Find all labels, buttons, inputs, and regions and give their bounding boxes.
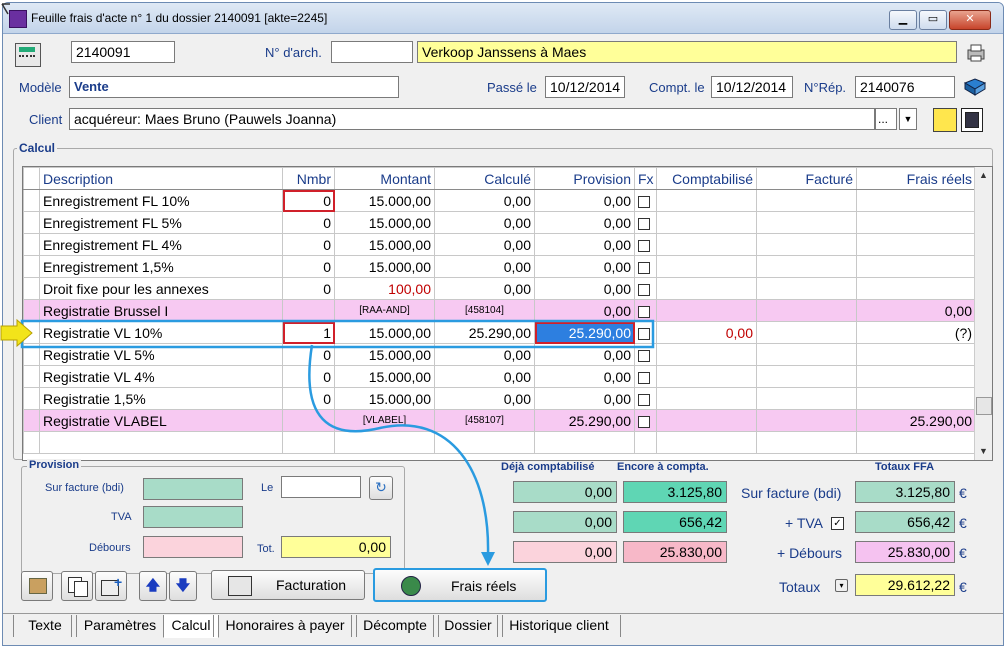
connector-curve [308,344,490,556]
annotation-overlay [0,3,655,566]
connector-arrowhead [481,552,495,566]
mouse-cursor-icon [1,3,10,15]
row-highlight-box [20,319,655,349]
arrow-right-icon [0,318,33,348]
